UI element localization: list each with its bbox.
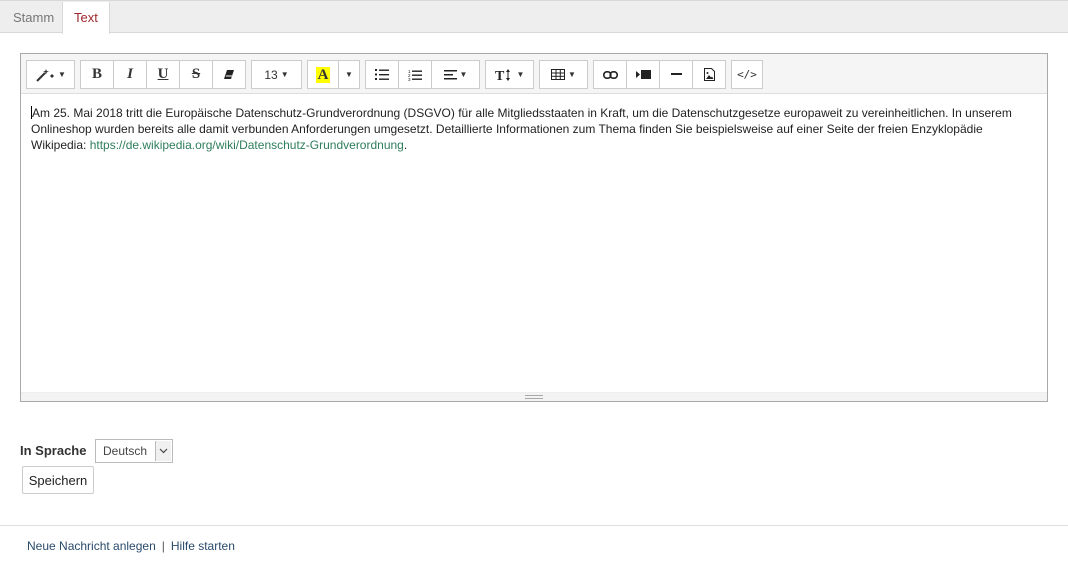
tab-bar: Stamm Text	[0, 0, 1068, 34]
language-selected-value: Deutsch	[103, 444, 148, 458]
horizontal-rule-button[interactable]	[659, 60, 693, 89]
language-select[interactable]: Deutsch	[95, 439, 173, 463]
highlight-color-button[interactable]: A	[307, 60, 339, 89]
help-link[interactable]: Hilfe starten	[171, 539, 235, 553]
tab-text[interactable]: Text	[62, 2, 110, 34]
underline-icon: U	[157, 66, 169, 82]
font-size-value: 13	[264, 67, 278, 82]
chevron-down-icon: ▼	[459, 70, 468, 79]
bold-button[interactable]: B	[80, 60, 114, 89]
editor-text-end: .	[403, 138, 408, 152]
editor-toolbar: ▼ B I U S 13 ▼ A ▼ 1 2 3 ▼ T ▼ ▼ </>	[21, 54, 1047, 94]
unordered-list-button[interactable]	[365, 60, 399, 89]
tab-stamm[interactable]: Stamm	[2, 2, 65, 33]
editor-content[interactable]: Am 25. Mai 2018 tritt die Europäische Da…	[31, 105, 1039, 153]
link-button[interactable]	[593, 60, 627, 89]
align-dropdown-button[interactable]: ▼	[431, 60, 480, 89]
language-label: In Sprache	[20, 443, 87, 458]
style-dropdown-button[interactable]: ▼	[26, 60, 75, 89]
ordered-list-button[interactable]: 1 2 3	[398, 60, 432, 89]
clear-format-button[interactable]	[212, 60, 246, 89]
editor-resize-handle[interactable]	[21, 392, 1047, 401]
italic-button[interactable]: I	[113, 60, 147, 89]
resize-grip-icon	[525, 395, 543, 399]
footer-separator: |	[161, 539, 165, 553]
svg-text:T: T	[495, 69, 505, 82]
font-size-dropdown[interactable]: 13 ▼	[251, 60, 302, 89]
table-icon	[551, 69, 566, 80]
line-height-icon: T	[495, 68, 517, 82]
save-button[interactable]: Speichern	[22, 466, 94, 494]
chevron-down-icon: ▼	[345, 70, 353, 79]
link-icon	[602, 70, 618, 79]
video-button[interactable]	[626, 60, 660, 89]
rich-text-editor: ▼ B I U S 13 ▼ A ▼ 1 2 3 ▼ T ▼ ▼ </> Am …	[20, 53, 1048, 402]
magic-icon	[35, 68, 57, 82]
eraser-icon	[223, 69, 235, 80]
chevron-down-icon	[155, 441, 171, 461]
video-icon	[635, 70, 651, 79]
table-dropdown-button[interactable]: ▼	[539, 60, 588, 89]
horizontal-rule-icon	[670, 73, 682, 76]
svg-text:3: 3	[408, 77, 411, 81]
wikipedia-link[interactable]: https://de.wikipedia.org/wiki/Datenschut…	[90, 138, 404, 152]
new-message-link[interactable]: Neue Nachricht anlegen	[27, 539, 156, 553]
code-view-icon: </>	[737, 68, 757, 81]
italic-icon: I	[127, 66, 133, 82]
strikethrough-button[interactable]: S	[179, 60, 213, 89]
footer: Neue Nachricht anlegen | Hilfe starten	[0, 525, 1068, 564]
unordered-list-icon	[375, 69, 389, 80]
highlight-color-icon: A	[315, 66, 331, 83]
underline-button[interactable]: U	[146, 60, 180, 89]
bold-icon: B	[91, 66, 102, 82]
chevron-down-icon: ▼	[58, 70, 66, 79]
code-view-button[interactable]: </>	[731, 60, 763, 89]
chevron-down-icon: ▼	[516, 70, 525, 79]
chevron-down-icon: ▼	[568, 70, 576, 79]
ordered-list-icon: 1 2 3	[408, 69, 422, 81]
chevron-down-icon: ▼	[280, 70, 289, 79]
strikethrough-icon: S	[191, 66, 201, 82]
align-icon	[443, 69, 457, 80]
picture-button[interactable]	[692, 60, 726, 89]
line-height-dropdown-button[interactable]: T ▼	[485, 60, 534, 89]
picture-icon	[703, 68, 715, 81]
color-dropdown-button[interactable]: ▼	[338, 60, 360, 89]
